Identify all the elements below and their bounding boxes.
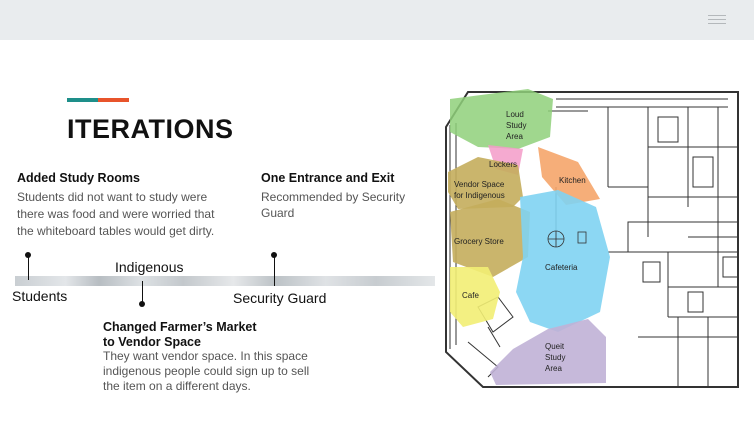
timeline-label-indigenous: Indigenous: [115, 259, 184, 275]
study-rooms-heading: Added Study Rooms: [17, 171, 140, 185]
label-loud-2: Study: [506, 121, 526, 130]
vendor-line-3: the item on a different days.: [103, 379, 251, 393]
vendor-heading-line-2: to Vendor Space: [103, 335, 201, 349]
accent-teal: [67, 98, 98, 102]
zone-cafeteria: [516, 190, 610, 332]
timeline-line-students: [28, 256, 29, 280]
timeline-label-students: Students: [12, 288, 68, 304]
accent-orange: [98, 98, 129, 102]
entrance-line-2: Guard: [261, 206, 295, 220]
study-rooms-line-3: the whiteboard tables would get dirty.: [17, 224, 215, 238]
vendor-heading: Changed Farmer’s Market to Vendor Space: [103, 320, 257, 350]
study-rooms-line-1: Students did not want to study were: [17, 190, 208, 204]
label-quiet-2: Study: [545, 353, 565, 362]
title-accent-bar: [67, 98, 129, 102]
timeline-line-security: [274, 256, 275, 286]
label-kitchen: Kitchen: [559, 176, 586, 185]
label-loud-3: Area: [506, 132, 523, 141]
zone-quiet-study: [490, 319, 606, 385]
entrance-line-1: Recommended by Security: [261, 190, 406, 204]
entrance-heading: One Entrance and Exit: [261, 171, 395, 185]
label-quiet-1: Queit: [545, 342, 565, 351]
study-rooms-line-2: there was food and were worried that: [17, 207, 215, 221]
top-bar: [0, 0, 754, 40]
timeline-strip: [15, 276, 435, 286]
label-lockers: Lockers: [489, 160, 517, 169]
vendor-line-1: They want vendor space. In this space: [103, 349, 308, 363]
floor-plan-map: Loud Study Area Lockers Kitchen Vendor S…: [445, 89, 739, 388]
label-cafe: Cafe: [462, 291, 479, 300]
study-rooms-body: Students did not want to study were ther…: [17, 189, 214, 240]
label-cafeteria: Cafeteria: [545, 263, 578, 272]
label-loud-1: Loud: [506, 110, 524, 119]
label-vendor-1: Vendor Space: [454, 180, 505, 189]
zone-loud-study: [450, 89, 553, 149]
label-grocery: Grocery Store: [454, 237, 504, 246]
page-title: ITERATIONS: [67, 114, 234, 144]
label-vendor-2: for Indigenous: [454, 191, 505, 200]
vendor-heading-line-1: Changed Farmer’s Market: [103, 320, 257, 334]
vendor-body: They want vendor space. In this space in…: [103, 349, 309, 394]
timeline-line-indigenous: [142, 281, 143, 303]
label-quiet-3: Area: [545, 364, 562, 373]
timeline-label-security: Security Guard: [233, 290, 327, 306]
hamburger-menu-icon[interactable]: [708, 15, 726, 26]
entrance-body: Recommended by Security Guard: [261, 189, 405, 221]
vendor-line-2: indigenous people could sign up to sell: [103, 364, 310, 378]
